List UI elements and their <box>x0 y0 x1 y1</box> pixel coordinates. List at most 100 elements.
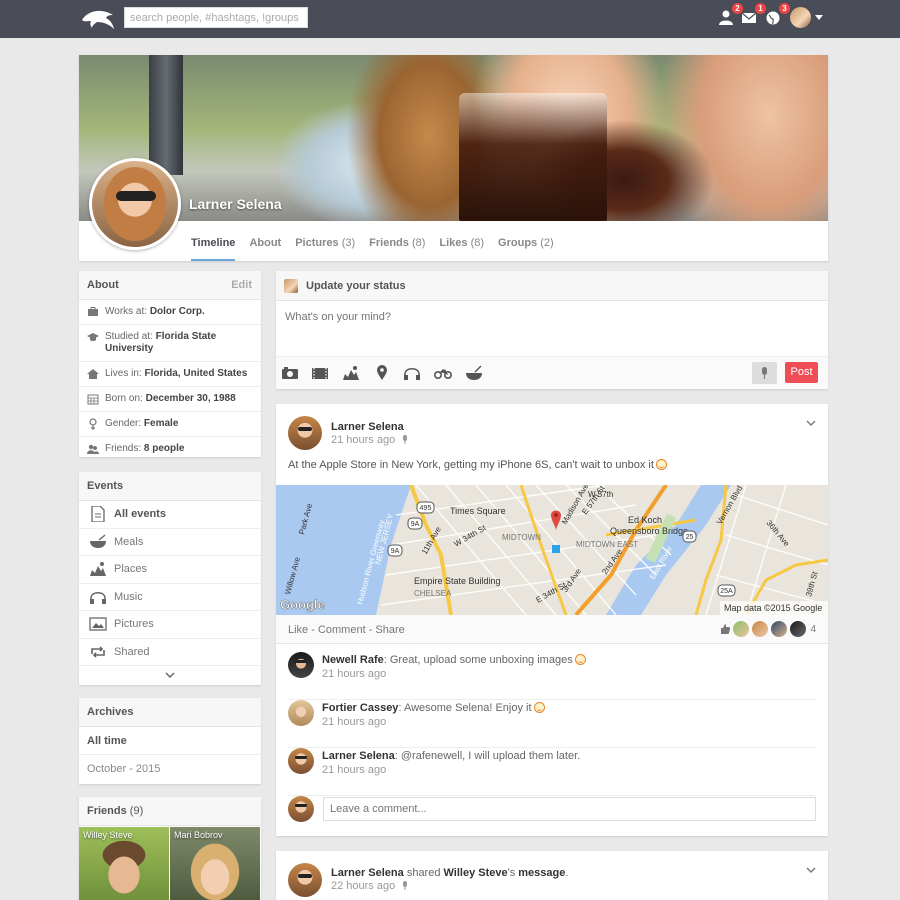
map-shield-25a: 25A <box>720 588 733 595</box>
smiley-icon <box>655 459 667 470</box>
events-item-pictures[interactable]: Pictures <box>79 611 261 639</box>
chevron-down-icon <box>165 672 175 679</box>
friends-title: Friends <box>87 805 127 817</box>
archives-card: Archives All time October - 2015 <box>79 698 261 784</box>
about-gender: Gender: Female <box>79 412 261 437</box>
about-location-prefix: Lives in: <box>105 368 145 379</box>
location-map[interactable]: Times Square Ed Koch Queensboro Bridge M… <box>276 485 828 615</box>
about-gender-prefix: Gender: <box>105 418 144 429</box>
user-avatar[interactable] <box>790 7 811 28</box>
events-item-pictures-label: Pictures <box>114 618 154 631</box>
profile-avatar[interactable] <box>89 158 181 250</box>
events-expand-button[interactable] <box>79 668 261 685</box>
tab-about[interactable]: About <box>249 233 281 261</box>
events-item-music[interactable]: Music <box>79 584 261 611</box>
tab-groups-label: Groups <box>498 237 538 249</box>
notifications-badge: 3 <box>779 3 790 14</box>
shared-post-possessive: 's <box>507 867 519 879</box>
map-shield-9a-north: 9A <box>411 521 420 528</box>
comment-author-name[interactable]: Larner Selena <box>322 750 395 762</box>
shared-from-name[interactable]: Willey Steve <box>444 867 508 879</box>
likers-list[interactable]: 4 <box>720 621 816 637</box>
profile-header: Larner Selena Timeline About Pictures (3… <box>79 55 828 261</box>
friend-tile-mari-bobrov[interactable]: Mari Bobrov <box>170 827 260 900</box>
archive-all-time[interactable]: All time <box>79 727 261 755</box>
post-author-name[interactable]: Larner Selena <box>331 421 404 433</box>
search-input[interactable] <box>124 7 308 28</box>
events-item-all[interactable]: All events <box>79 501 261 529</box>
voice-input-button[interactable] <box>752 362 777 384</box>
shared-object-link[interactable]: message <box>518 867 565 879</box>
messages-button[interactable]: 1 <box>741 3 766 27</box>
post-author-avatar[interactable] <box>288 863 322 897</box>
post-timestamp-text: 22 hours ago <box>331 880 396 892</box>
post-timestamp-text: 21 hours ago <box>331 434 396 446</box>
comment-author-avatar-sunglasses <box>295 660 307 664</box>
tab-friends-count: (8) <box>411 237 426 249</box>
post-options-chevron-icon[interactable] <box>806 418 816 428</box>
status-textarea[interactable] <box>276 301 828 355</box>
tab-pictures[interactable]: Pictures (3) <box>295 233 355 261</box>
friend-tile-willey-steve-name: Willey Steve <box>83 830 133 840</box>
post-options-chevron-icon[interactable] <box>806 865 816 875</box>
events-item-meals[interactable]: Meals <box>79 529 261 556</box>
about-education-text: Studied at: Florida State University <box>105 331 253 355</box>
post-button[interactable]: Post <box>785 362 818 383</box>
bowl-icon <box>90 534 106 548</box>
female-icon <box>89 418 97 430</box>
profile-avatar-sunglasses <box>116 191 156 201</box>
about-card: About Edit Works at: Dolor Corp. Studied… <box>79 271 261 457</box>
notifications-button[interactable]: 3 <box>765 3 790 27</box>
tab-friends[interactable]: Friends (8) <box>369 233 425 261</box>
tab-friends-label: Friends <box>369 237 409 249</box>
tab-about-label: About <box>249 237 282 249</box>
comment-author-avatar[interactable] <box>288 748 314 774</box>
places-icon[interactable] <box>342 365 360 381</box>
comment-item: Newell Rafe: Great, upload some unboxing… <box>288 652 816 700</box>
archives-header: Archives <box>79 698 261 727</box>
tab-timeline[interactable]: Timeline <box>191 233 236 261</box>
post-author-name[interactable]: Larner Selena <box>331 867 404 879</box>
archive-october-2015[interactable]: October - 2015 <box>79 755 261 783</box>
camera-icon[interactable] <box>281 365 299 381</box>
edit-about-link[interactable]: Edit <box>231 271 252 300</box>
comment-item: Fortier Cassey: Awesome Selena! Enjoy it… <box>288 700 816 748</box>
briefcase-icon <box>88 307 98 316</box>
comment-author-name[interactable]: Newell Rafe <box>322 654 384 666</box>
map-shield-495: 495 <box>420 505 432 512</box>
friends-count: (9) <box>129 805 144 817</box>
events-item-shared[interactable]: Shared <box>79 639 261 666</box>
like-comment-share-links[interactable]: Like - Comment - Share <box>288 624 405 636</box>
post-text: At the Apple Store in New York, getting … <box>288 459 667 471</box>
comment-input[interactable] <box>323 797 816 821</box>
motorcycle-icon[interactable] <box>434 365 452 381</box>
shared-post-title: Larner Selena shared Willey Steve's mess… <box>331 867 568 879</box>
comment-author-avatar[interactable] <box>288 652 314 678</box>
comment-time: 21 hours ago <box>322 716 387 728</box>
comment-author-avatar-sunglasses <box>295 756 307 760</box>
events-item-meals-label: Meals <box>114 535 144 548</box>
friend-requests-button[interactable]: 2 <box>718 3 743 27</box>
status-header: Update your status <box>276 271 828 301</box>
tab-groups[interactable]: Groups (2) <box>498 233 554 261</box>
retweet-icon <box>91 646 105 658</box>
about-work: Works at: Dolor Corp. <box>79 300 261 325</box>
events-item-places[interactable]: Places <box>79 556 261 584</box>
headphones-icon[interactable] <box>403 365 421 381</box>
comment-author-avatar[interactable] <box>288 700 314 726</box>
post-author-avatar-sunglasses <box>297 426 313 431</box>
comment-body: Newell Rafe: Great, upload some unboxing… <box>322 654 586 666</box>
status-toolbar: Post <box>276 356 828 389</box>
users-icon <box>87 444 99 454</box>
friends-header: Friends (9) <box>79 797 261 826</box>
comment-author-name[interactable]: Fortier Cassey <box>322 702 398 714</box>
tab-likes[interactable]: Likes (8) <box>439 233 484 261</box>
dolphin-logo-icon[interactable] <box>80 6 116 32</box>
video-icon[interactable] <box>311 365 329 381</box>
bowl-icon[interactable] <box>465 365 483 381</box>
caret-down-icon[interactable] <box>815 15 823 20</box>
map-marker-icon[interactable] <box>373 365 391 381</box>
about-education-prefix: Studied at: <box>105 331 156 342</box>
friend-tile-willey-steve[interactable]: Willey Steve <box>79 827 169 900</box>
post-author-avatar[interactable] <box>288 416 322 450</box>
